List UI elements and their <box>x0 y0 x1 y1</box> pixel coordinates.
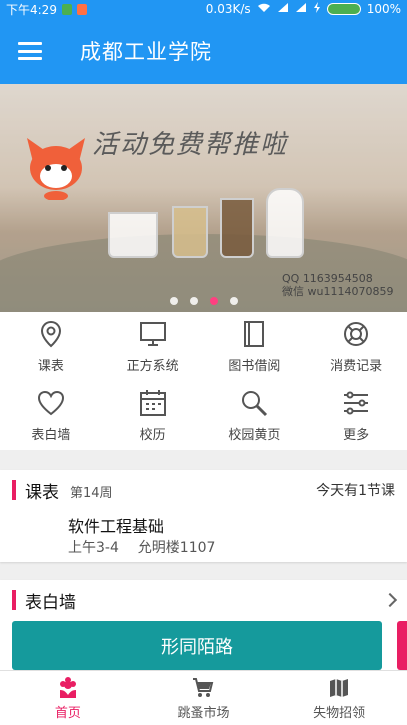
grid-item-label: 图书借阅 <box>228 359 281 374</box>
banner-qq: QQ 1163954508 <box>282 272 373 285</box>
wall-title: 表白墙 <box>25 592 76 613</box>
status-bar: 下午4:29 0.03K/s 100% <box>0 0 407 18</box>
today-summary: 今天有1节课 <box>316 483 395 499</box>
grid-item-label: 校历 <box>139 428 166 443</box>
battery-level: 100% <box>366 2 401 16</box>
charging-icon <box>313 2 321 16</box>
grid-item-library[interactable]: 图书借阅 <box>204 312 306 381</box>
calendar-icon <box>139 390 166 416</box>
grid-item-spending[interactable]: 消费记录 <box>305 312 407 381</box>
video-icon <box>76 3 87 15</box>
battery-icon <box>326 3 361 15</box>
wifi-icon <box>257 2 271 16</box>
nav-label: 跳蚤市场 <box>177 705 230 721</box>
nav-label: 失物招领 <box>313 705 366 721</box>
sliders-icon <box>344 391 369 415</box>
schedule-card[interactable]: 课表 第14周 今天有1节课 软件工程基础 上午3-4 允明楼1107 <box>0 470 407 562</box>
map-icon <box>330 678 349 697</box>
page-title: 成都工业学院 <box>80 40 212 64</box>
notification-icon <box>61 3 72 15</box>
monitor-icon <box>139 322 166 346</box>
chevron-right-icon[interactable] <box>382 592 398 608</box>
location-pin-icon <box>40 320 61 348</box>
cart-icon <box>193 677 214 697</box>
course-time: 上午3-4 <box>68 540 119 556</box>
mug-image <box>108 212 158 258</box>
nav-label: 首页 <box>54 705 81 721</box>
grid-item-label: 表白墙 <box>31 428 71 443</box>
feature-grid: 课表 正方系统 图书借阅 消费记录 表白墙 校历 校园黄页 更多 <box>0 312 407 450</box>
grid-item-label: 更多 <box>343 428 370 443</box>
schedule-title: 课表 <box>25 482 59 503</box>
confession-wall-card: 表白墙 形同陌路 <box>0 580 407 670</box>
grid-item-calendar[interactable]: 校历 <box>102 381 204 450</box>
grid-item-label: 校园黄页 <box>228 428 281 443</box>
section-accent-bar <box>12 480 16 500</box>
grid-item-schedule[interactable]: 课表 <box>0 312 102 381</box>
cup-image <box>172 206 208 258</box>
course-name: 软件工程基础 <box>68 517 165 536</box>
status-time: 下午4:29 <box>6 2 57 17</box>
flower-home-icon <box>59 676 76 698</box>
carousel-indicator <box>0 297 407 305</box>
banner-slogan: 活动免费帮推啦 <box>92 130 289 160</box>
course-room: 允明楼1107 <box>137 540 216 556</box>
grid-item-confession-wall[interactable]: 表白墙 <box>0 381 102 450</box>
grid-item-label: 消费记录 <box>330 359 383 374</box>
carousel-dot[interactable] <box>169 297 178 305</box>
nav-item-lost-found[interactable]: 失物招领 <box>271 671 407 725</box>
banner-contact: QQ 1163954508 微信 wu1114070859 <box>282 272 393 298</box>
lifebuoy-icon <box>344 322 369 346</box>
coffee-cup-image <box>220 198 254 258</box>
menu-icon[interactable] <box>18 42 42 60</box>
grid-item-label: 正方系统 <box>126 359 179 374</box>
grid-item-yellow-pages[interactable]: 校园黄页 <box>204 381 306 450</box>
carousel-dot-active[interactable] <box>209 297 218 305</box>
signal-icon-2 <box>295 2 307 16</box>
magnifier-icon <box>242 391 268 417</box>
banner-wechat: 微信 wu1114070859 <box>282 285 394 298</box>
wall-next-card[interactable] <box>397 621 407 670</box>
section-accent-bar <box>12 590 16 610</box>
carousel-dot[interactable] <box>229 297 238 305</box>
carousel-dot[interactable] <box>189 297 198 305</box>
bottom-nav: 首页 跳蚤市场 失物招领 <box>0 670 407 725</box>
signal-icon <box>277 2 289 16</box>
heart-icon <box>37 390 64 416</box>
course-details: 上午3-4 允明楼1107 <box>68 537 215 557</box>
network-speed: 0.03K/s <box>205 2 251 16</box>
wall-post-card[interactable]: 形同陌路 <box>12 621 382 670</box>
book-icon <box>244 321 265 347</box>
fox-mascot-image <box>27 138 85 200</box>
grid-item-label: 课表 <box>37 359 64 374</box>
app-bar: 成都工业学院 <box>0 18 407 84</box>
frappe-cup-image <box>266 188 304 258</box>
grid-item-more[interactable]: 更多 <box>305 381 407 450</box>
week-label: 第14周 <box>70 485 113 501</box>
grid-item-academic-system[interactable]: 正方系统 <box>102 312 204 381</box>
nav-item-flea-market[interactable]: 跳蚤市场 <box>136 671 272 725</box>
nav-item-home[interactable]: 首页 <box>0 671 136 725</box>
